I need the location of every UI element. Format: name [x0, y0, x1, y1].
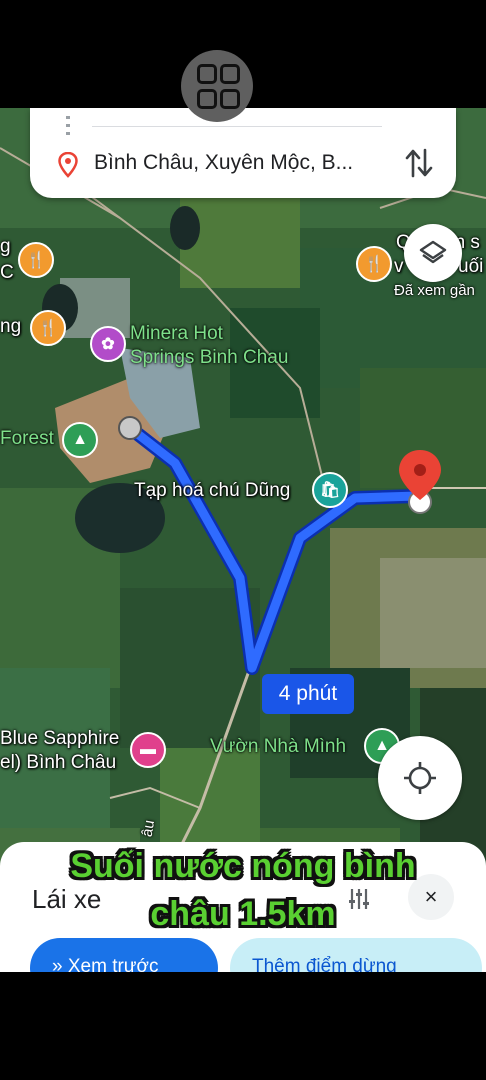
map-label-left-ng: ng	[0, 316, 22, 337]
restaurant-poi-icon[interactable]: 🍴	[356, 246, 392, 282]
location-pin-icon	[58, 152, 78, 178]
route-dots-icon	[66, 116, 70, 140]
video-caption: Suối nước nóng bình châu 1.5km	[0, 842, 486, 938]
my-location-button[interactable]	[378, 736, 462, 820]
map-label-visited: Đã xem gần	[394, 282, 475, 299]
origin-field[interactable]	[92, 126, 382, 127]
map-label-left-c: C	[0, 262, 14, 283]
caption-line-2: châu 1.5km	[150, 895, 336, 933]
map-label-blue-sapphire-1[interactable]: Blue Sapphire	[0, 728, 119, 750]
destination-field[interactable]: Bình Châu, Xuyên Mộc, B...	[94, 151, 353, 175]
park-poi-icon[interactable]: ▲	[62, 422, 98, 458]
add-stop-button[interactable]: Thêm điểm dừng	[230, 938, 482, 972]
route-time-badge[interactable]: 4 phút	[262, 674, 354, 714]
route-search-card: Bình Châu, Xuyên Mộc, B...	[30, 108, 456, 198]
layers-icon	[419, 240, 447, 264]
map-label-forest[interactable]: Forest	[0, 428, 54, 450]
restaurant-poi-icon[interactable]: 🍴	[30, 310, 66, 346]
map-label-road: âu	[138, 818, 159, 839]
map-label-right-v: v	[394, 256, 404, 277]
map-label-left-g: g	[0, 236, 11, 257]
map-label-taphoa[interactable]: Tạp hoá chú Dũng	[134, 480, 290, 502]
map-label-blue-sapphire-2[interactable]: el) Bình Châu	[0, 752, 116, 774]
map-label-minera[interactable]: Minera Hot Springs Binh Chau	[130, 322, 288, 370]
caption-line-1: Suối nước nóng bình	[70, 847, 416, 885]
map-label-right-uoi: uối	[458, 256, 484, 277]
map-label-vuon[interactable]: Vườn Nhà Mình	[210, 736, 346, 758]
spa-poi-icon[interactable]: ✿	[90, 326, 126, 362]
app-switcher-button[interactable]	[181, 50, 253, 122]
hotel-poi-icon[interactable]: ▬	[130, 732, 166, 768]
app-grid-icon	[196, 63, 240, 109]
layers-button[interactable]	[404, 224, 462, 282]
preview-button[interactable]: » Xem trước	[30, 938, 218, 972]
shopping-poi-icon[interactable]: 🛍	[312, 472, 348, 508]
restaurant-poi-icon[interactable]: 🍴	[18, 242, 54, 278]
swap-vertical-icon[interactable]	[404, 146, 434, 180]
my-location-icon	[404, 762, 436, 794]
route-start-dot[interactable]	[118, 416, 142, 440]
